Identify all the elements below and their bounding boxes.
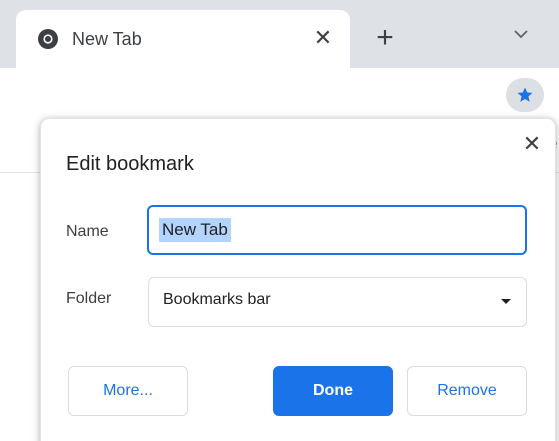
done-button[interactable]: Done (273, 366, 393, 416)
tab-strip: New Tab ✕ + (0, 0, 559, 68)
close-icon[interactable]: ✕ (521, 133, 543, 155)
more-button[interactable]: More... (68, 366, 188, 416)
bookmark-name-input[interactable]: New Tab (147, 205, 527, 255)
toolbar (0, 68, 559, 119)
remove-button[interactable]: Remove (407, 366, 527, 416)
folder-select-value: Bookmarks bar (163, 291, 271, 308)
folder-label: Folder (66, 290, 112, 307)
edit-bookmark-dialog: Edit bookmark ✕ Name New Tab Folder Book… (40, 118, 556, 441)
tab-close-icon[interactable]: ✕ (312, 27, 334, 49)
bookmark-name-value: New Tab (159, 218, 231, 242)
dialog-title: Edit bookmark (66, 153, 194, 175)
new-tab-button[interactable]: + (370, 23, 400, 54)
browser-window: New Tab ✕ + e ı Edit bookmark ✕ Name New… (0, 0, 559, 441)
bookmark-star-button[interactable] (506, 78, 544, 112)
tab-new-tab[interactable]: New Tab ✕ (16, 10, 350, 68)
star-icon (517, 87, 533, 102)
chrome-icon (37, 28, 59, 50)
name-label: Name (66, 223, 109, 240)
chevron-down-icon[interactable] (508, 24, 534, 44)
folder-select[interactable]: Bookmarks bar (148, 277, 527, 327)
page-divider (0, 172, 40, 173)
dropdown-arrow-icon (501, 299, 511, 304)
tab-title: New Tab (72, 29, 142, 49)
